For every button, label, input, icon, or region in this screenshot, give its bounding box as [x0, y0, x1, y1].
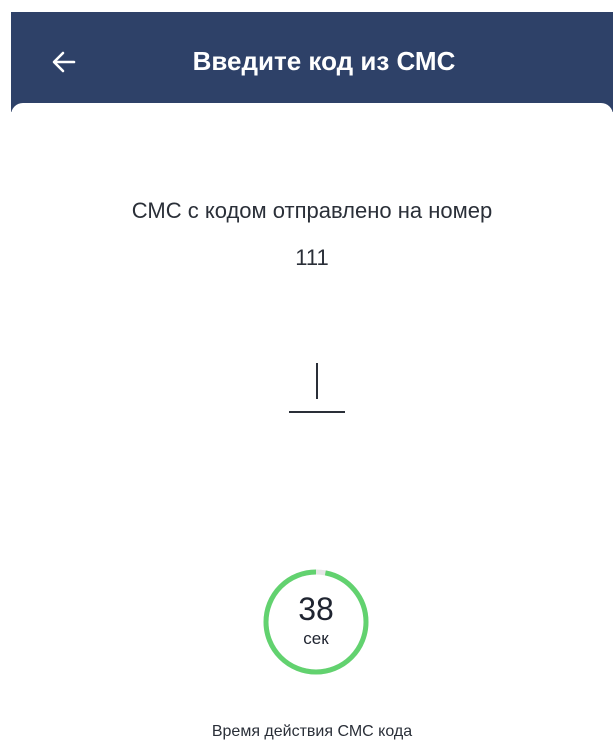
page-title: Введите код из СМС: [192, 46, 456, 76]
timer-seconds-unit: сек: [303, 629, 329, 648]
timer-seconds-value: 38: [298, 591, 334, 627]
text-cursor: [316, 363, 318, 399]
phone-number: 111: [295, 245, 329, 270]
code-validity-label: Время действия СМС кода: [211, 723, 413, 740]
app-header: Введите код из СМС: [11, 12, 613, 112]
sms-sent-message: СМС с кодом отправлено на номер: [131, 198, 493, 223]
code-input-underline: [289, 411, 345, 413]
sms-code-input[interactable]: [289, 353, 345, 417]
content-card: СМС с кодом отправлено на номер 111 38 с…: [11, 103, 613, 742]
countdown-timer: 38 сек: [261, 567, 371, 677]
sms-code-screen: Введите код из СМС СМС с кодом отправлен…: [0, 0, 613, 742]
